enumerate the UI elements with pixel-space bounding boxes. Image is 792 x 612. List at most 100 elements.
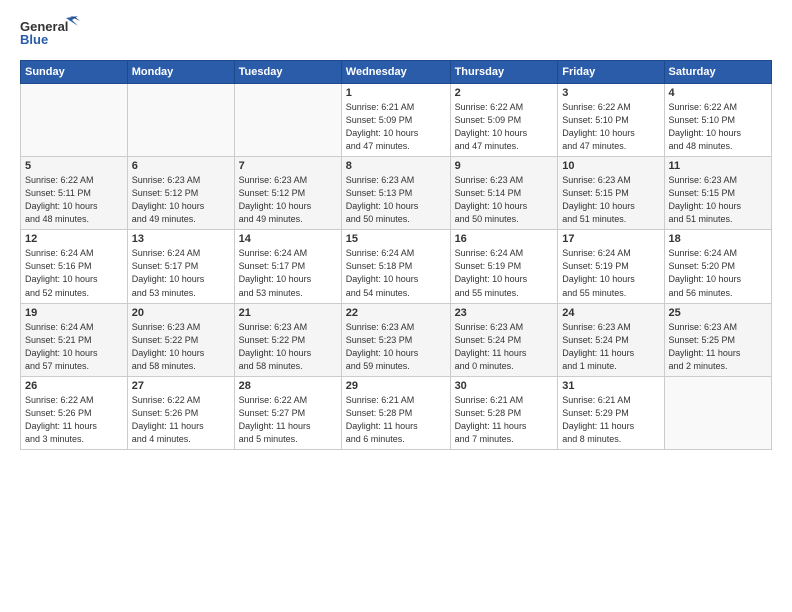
day-info: Sunrise: 6:22 AM Sunset: 5:11 PM Dayligh…	[25, 174, 123, 226]
day-number: 31	[562, 380, 659, 392]
day-info: Sunrise: 6:24 AM Sunset: 5:20 PM Dayligh…	[669, 247, 767, 299]
day-number: 24	[562, 307, 659, 319]
calendar-cell: 12 Sunrise: 6:24 AM Sunset: 5:16 PM Dayli…	[21, 230, 128, 303]
calendar-cell: 24 Sunrise: 6:23 AM Sunset: 5:24 PM Dayli…	[558, 303, 664, 376]
calendar-cell	[664, 376, 771, 449]
day-number: 16	[455, 233, 554, 245]
day-number: 1	[346, 87, 446, 99]
day-number: 2	[455, 87, 554, 99]
day-number: 28	[239, 380, 337, 392]
calendar-cell: 7 Sunrise: 6:23 AM Sunset: 5:12 PM Daylig…	[234, 157, 341, 230]
day-number: 6	[132, 160, 230, 172]
svg-text:Blue: Blue	[20, 32, 48, 47]
day-number: 3	[562, 87, 659, 99]
day-number: 5	[25, 160, 123, 172]
calendar-cell: 5 Sunrise: 6:22 AM Sunset: 5:11 PM Daylig…	[21, 157, 128, 230]
day-info: Sunrise: 6:22 AM Sunset: 5:26 PM Dayligh…	[25, 394, 123, 446]
calendar-cell: 30Sunrise: 6:21 AM Sunset: 5:28 PM Dayli…	[450, 376, 558, 449]
day-info: Sunrise: 6:24 AM Sunset: 5:21 PM Dayligh…	[25, 321, 123, 373]
logo-svg: GeneralBlue	[20, 16, 80, 52]
day-number: 30	[455, 380, 554, 392]
day-info: Sunrise: 6:23 AM Sunset: 5:12 PM Dayligh…	[239, 174, 337, 226]
day-info: Sunrise: 6:22 AM Sunset: 5:26 PM Dayligh…	[132, 394, 230, 446]
calendar-table: SundayMondayTuesdayWednesdayThursdayFrid…	[20, 60, 772, 450]
day-number: 17	[562, 233, 659, 245]
calendar-cell: 28 Sunrise: 6:22 AM Sunset: 5:27 PM Dayli…	[234, 376, 341, 449]
calendar-cell: 29 Sunrise: 6:21 AM Sunset: 5:28 PM Dayli…	[341, 376, 450, 449]
weekday-header-thursday: Thursday	[450, 61, 558, 84]
calendar-cell: 19 Sunrise: 6:24 AM Sunset: 5:21 PM Dayli…	[21, 303, 128, 376]
day-info: Sunrise: 6:23 AM Sunset: 5:13 PM Dayligh…	[346, 174, 446, 226]
day-info: Sunrise: 6:24 AM Sunset: 5:19 PM Dayligh…	[562, 247, 659, 299]
calendar-cell: 10 Sunrise: 6:23 AM Sunset: 5:15 PM Dayli…	[558, 157, 664, 230]
weekday-header-sunday: Sunday	[21, 61, 128, 84]
day-number: 21	[239, 307, 337, 319]
day-number: 22	[346, 307, 446, 319]
week-row-3: 12 Sunrise: 6:24 AM Sunset: 5:16 PM Dayli…	[21, 230, 772, 303]
day-info: Sunrise: 6:23 AM Sunset: 5:24 PM Dayligh…	[455, 321, 554, 373]
day-number: 26	[25, 380, 123, 392]
day-number: 9	[455, 160, 554, 172]
day-info: Sunrise: 6:23 AM Sunset: 5:23 PM Dayligh…	[346, 321, 446, 373]
week-row-4: 19 Sunrise: 6:24 AM Sunset: 5:21 PM Dayli…	[21, 303, 772, 376]
day-number: 23	[455, 307, 554, 319]
calendar-cell: 27 Sunrise: 6:22 AM Sunset: 5:26 PM Dayli…	[127, 376, 234, 449]
day-number: 8	[346, 160, 446, 172]
calendar-cell: 16 Sunrise: 6:24 AM Sunset: 5:19 PM Dayli…	[450, 230, 558, 303]
calendar-cell: 11 Sunrise: 6:23 AM Sunset: 5:15 PM Dayli…	[664, 157, 771, 230]
calendar-cell: 8 Sunrise: 6:23 AM Sunset: 5:13 PM Daylig…	[341, 157, 450, 230]
day-info: Sunrise: 6:24 AM Sunset: 5:17 PM Dayligh…	[239, 247, 337, 299]
day-info: Sunrise: 6:24 AM Sunset: 5:19 PM Dayligh…	[455, 247, 554, 299]
day-number: 10	[562, 160, 659, 172]
day-number: 18	[669, 233, 767, 245]
day-info: Sunrise: 6:23 AM Sunset: 5:15 PM Dayligh…	[669, 174, 767, 226]
day-number: 15	[346, 233, 446, 245]
day-number: 13	[132, 233, 230, 245]
weekday-header-monday: Monday	[127, 61, 234, 84]
calendar-cell: 23 Sunrise: 6:23 AM Sunset: 5:24 PM Dayli…	[450, 303, 558, 376]
day-number: 7	[239, 160, 337, 172]
day-info: Sunrise: 6:22 AM Sunset: 5:27 PM Dayligh…	[239, 394, 337, 446]
day-number: 25	[669, 307, 767, 319]
calendar-cell: 25 Sunrise: 6:23 AM Sunset: 5:25 PM Dayli…	[664, 303, 771, 376]
day-info: Sunrise: 6:22 AM Sunset: 5:09 PM Dayligh…	[455, 101, 554, 153]
weekday-header-tuesday: Tuesday	[234, 61, 341, 84]
week-row-2: 5 Sunrise: 6:22 AM Sunset: 5:11 PM Daylig…	[21, 157, 772, 230]
calendar-cell: 18 Sunrise: 6:24 AM Sunset: 5:20 PM Dayli…	[664, 230, 771, 303]
day-number: 20	[132, 307, 230, 319]
calendar-cell: 6 Sunrise: 6:23 AM Sunset: 5:12 PM Daylig…	[127, 157, 234, 230]
day-info: Sunrise: 6:22 AM Sunset: 5:10 PM Dayligh…	[562, 101, 659, 153]
day-info: Sunrise: 6:24 AM Sunset: 5:18 PM Dayligh…	[346, 247, 446, 299]
day-number: 29	[346, 380, 446, 392]
calendar-cell	[21, 84, 128, 157]
day-info: Sunrise: 6:21 AM Sunset: 5:09 PM Dayligh…	[346, 101, 446, 153]
day-info: Sunrise: 6:23 AM Sunset: 5:22 PM Dayligh…	[132, 321, 230, 373]
page-header: GeneralBlue	[20, 16, 772, 52]
logo: GeneralBlue	[20, 16, 80, 52]
day-info: Sunrise: 6:23 AM Sunset: 5:22 PM Dayligh…	[239, 321, 337, 373]
week-row-5: 26 Sunrise: 6:22 AM Sunset: 5:26 PM Dayli…	[21, 376, 772, 449]
calendar-cell: 1 Sunrise: 6:21 AM Sunset: 5:09 PM Daylig…	[341, 84, 450, 157]
day-info: Sunrise: 6:24 AM Sunset: 5:16 PM Dayligh…	[25, 247, 123, 299]
day-number: 11	[669, 160, 767, 172]
day-number: 14	[239, 233, 337, 245]
day-number: 27	[132, 380, 230, 392]
day-info: Sunrise: 6:23 AM Sunset: 5:12 PM Dayligh…	[132, 174, 230, 226]
calendar-cell: 15 Sunrise: 6:24 AM Sunset: 5:18 PM Dayli…	[341, 230, 450, 303]
day-number: 12	[25, 233, 123, 245]
calendar-cell: 22 Sunrise: 6:23 AM Sunset: 5:23 PM Dayli…	[341, 303, 450, 376]
calendar-cell: 21 Sunrise: 6:23 AM Sunset: 5:22 PM Dayli…	[234, 303, 341, 376]
calendar-cell	[127, 84, 234, 157]
day-info: Sunrise: 6:23 AM Sunset: 5:24 PM Dayligh…	[562, 321, 659, 373]
weekday-header-friday: Friday	[558, 61, 664, 84]
calendar-cell: 4Sunrise: 6:22 AM Sunset: 5:10 PM Daylig…	[664, 84, 771, 157]
day-info: Sunrise: 6:23 AM Sunset: 5:14 PM Dayligh…	[455, 174, 554, 226]
day-info: Sunrise: 6:23 AM Sunset: 5:15 PM Dayligh…	[562, 174, 659, 226]
day-info: Sunrise: 6:21 AM Sunset: 5:29 PM Dayligh…	[562, 394, 659, 446]
weekday-header-row: SundayMondayTuesdayWednesdayThursdayFrid…	[21, 61, 772, 84]
day-info: Sunrise: 6:23 AM Sunset: 5:25 PM Dayligh…	[669, 321, 767, 373]
day-info: Sunrise: 6:21 AM Sunset: 5:28 PM Dayligh…	[346, 394, 446, 446]
calendar-cell: 20 Sunrise: 6:23 AM Sunset: 5:22 PM Dayli…	[127, 303, 234, 376]
calendar-cell: 13Sunrise: 6:24 AM Sunset: 5:17 PM Dayli…	[127, 230, 234, 303]
day-number: 19	[25, 307, 123, 319]
